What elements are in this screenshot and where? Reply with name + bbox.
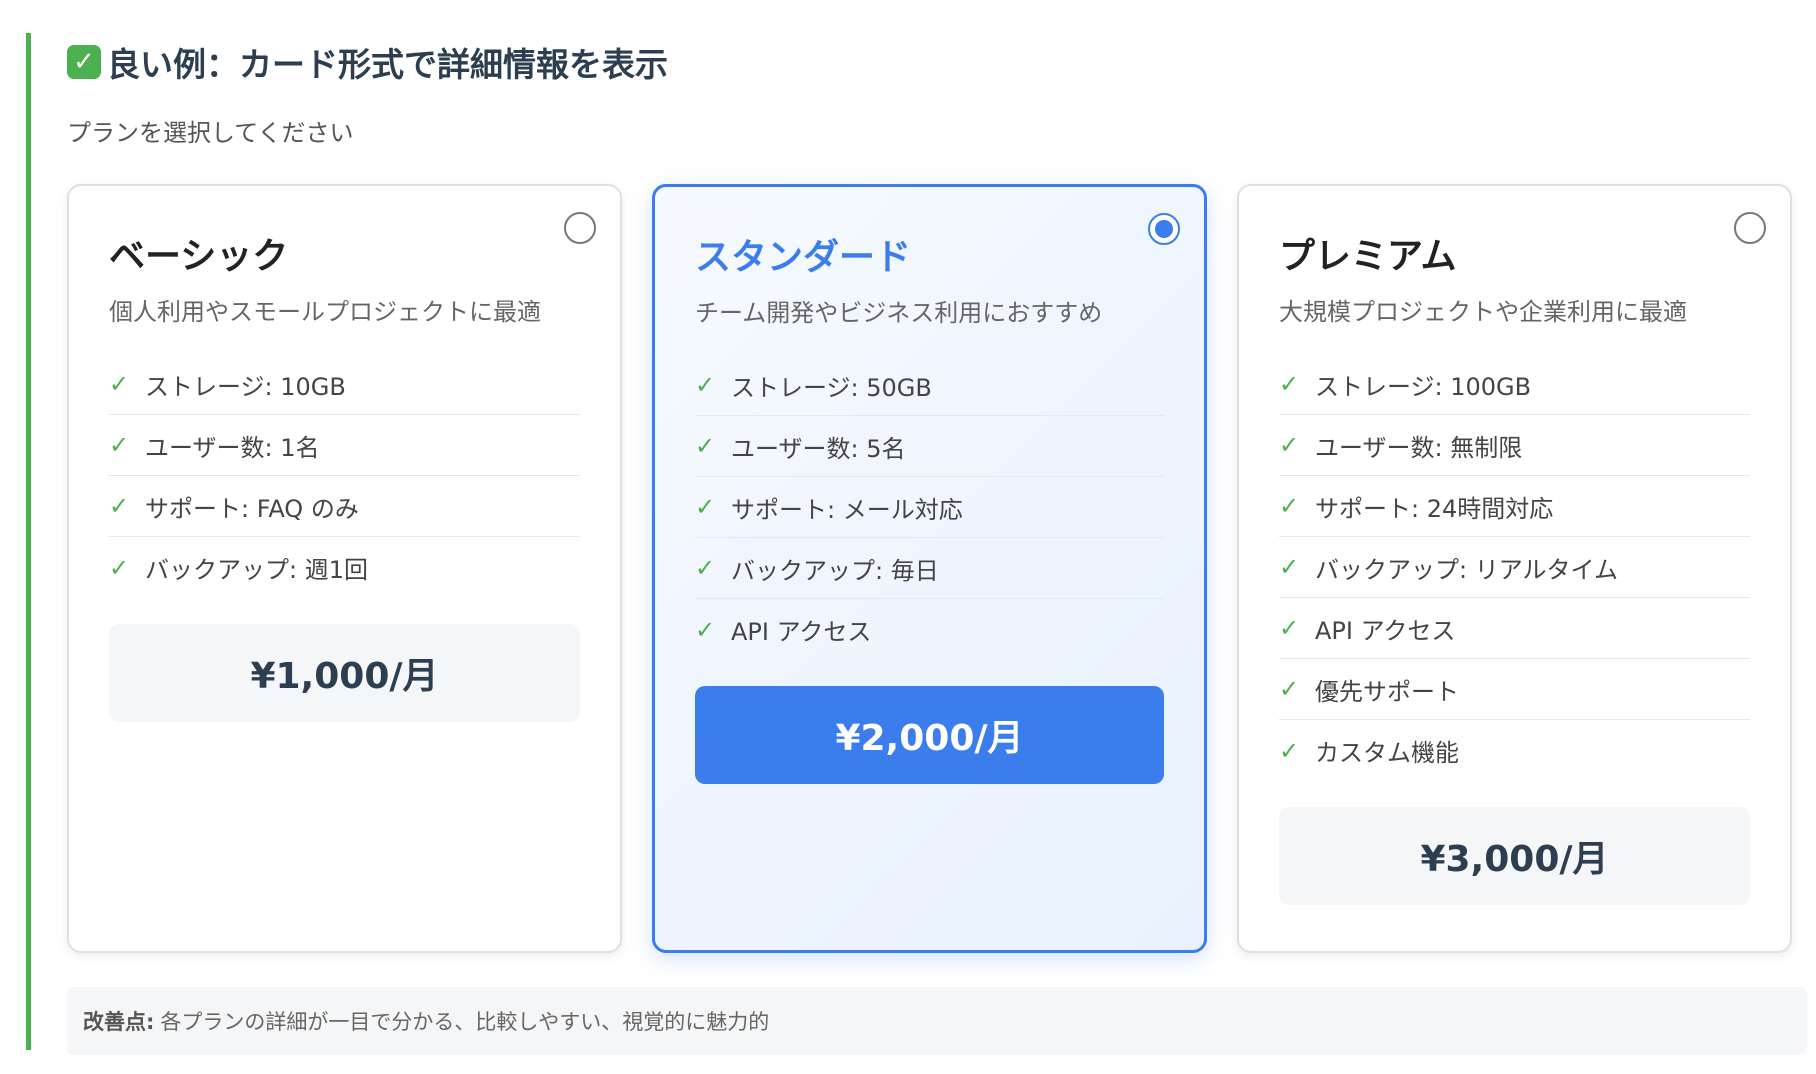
feature-list: ✓ ストレージ: 10GB ✓ ユーザー数: 1名 ✓ サポート: FAQ のみ ✓ バ…: [109, 354, 580, 598]
feature-list: ✓ ストレージ: 100GB ✓ ユーザー数: 無制限 ✓ サポート: 24時間対応 …: [1279, 354, 1750, 781]
plan-price: ¥2,000/月: [695, 686, 1164, 784]
plan-card-standard[interactable]: スタンダード チーム開発やビジネス利用におすすめ ✓ ストレージ: 50GB ✓ ユ…: [652, 184, 1207, 953]
check-icon: ✓: [109, 431, 130, 459]
feature-text: バックアップ: 毎日: [731, 556, 939, 585]
feature-item: ✓ ストレージ: 100GB: [1279, 354, 1750, 415]
plan-description: チーム開発やビジネス利用におすすめ: [695, 299, 1103, 327]
plan-select-prompt: プランを選択してください: [67, 119, 354, 147]
plan-description: 大規模プロジェクトや企業利用に最適: [1279, 298, 1687, 326]
feature-item: ✓ ユーザー数: 1名: [109, 415, 580, 476]
check-icon: ✓: [695, 615, 716, 644]
check-icon: ✓: [695, 493, 716, 521]
check-icon: ✓: [1279, 370, 1300, 398]
feature-item: ✓ ユーザー数: 5名: [695, 416, 1164, 477]
check-icon: ✓: [695, 554, 716, 582]
good-example-section: ✓ 良い例：カード形式で詳細情報を表示 プランを選択してください ベーシック 個…: [26, 33, 1807, 1055]
note-text: 各プランの詳細が一目で分かる、比較しやすい、視覚的に魅力的: [160, 1010, 770, 1034]
plan-card-premium[interactable]: プレミアム 大規模プロジェクトや企業利用に最適 ✓ ストレージ: 100GB ✓ ユ…: [1237, 184, 1792, 953]
feature-text: ユーザー数: 無制限: [1315, 433, 1523, 462]
check-icon: ✓: [1279, 431, 1300, 459]
check-icon: ✓: [1279, 614, 1300, 642]
feature-item: ✓ ストレージ: 10GB: [109, 354, 580, 415]
check-icon: ✓: [1279, 736, 1300, 765]
feature-item: ✓ 優先サポート: [1279, 659, 1750, 720]
plan-price: ¥1,000/月: [109, 624, 580, 722]
feature-text: ストレージ: 100GB: [1315, 372, 1532, 401]
feature-item: ✓ バックアップ: リアルタイム: [1279, 537, 1750, 598]
plan-radio-basic[interactable]: [564, 212, 596, 244]
check-icon: ✓: [1279, 675, 1300, 703]
feature-item: ✓ サポート: 24時間対応: [1279, 476, 1750, 537]
feature-text: サポート: メール対応: [731, 495, 963, 524]
feature-text: 優先サポート: [1315, 677, 1459, 706]
feature-item: ✓ ストレージ: 50GB: [695, 355, 1164, 416]
plan-name: スタンダード: [695, 237, 912, 278]
feature-item: ✓ API アクセス: [1279, 598, 1750, 659]
plan-card-basic[interactable]: ベーシック 個人利用やスモールプロジェクトに最適 ✓ ストレージ: 10GB ✓ ユ…: [67, 184, 622, 953]
check-icon: ✓: [109, 492, 130, 520]
check-icon: ✓: [1279, 492, 1300, 520]
feature-list: ✓ ストレージ: 50GB ✓ ユーザー数: 5名 ✓ サポート: メール対応 ✓ バッ…: [695, 355, 1164, 660]
plan-radio-premium[interactable]: [1734, 212, 1766, 244]
feature-item: ✓ ユーザー数: 無制限: [1279, 415, 1750, 476]
plan-description: 個人利用やスモールプロジェクトに最適: [109, 298, 541, 326]
feature-text: ストレージ: 50GB: [731, 373, 932, 402]
plan-radio-standard[interactable]: [1148, 213, 1180, 245]
feature-item: ✓ バックアップ: 週1回: [109, 537, 580, 598]
feature-text: カスタム機能: [1315, 739, 1459, 767]
feature-text: API アクセス: [1315, 616, 1456, 645]
plan-name: プレミアム: [1279, 236, 1457, 277]
check-icon: ✓: [109, 553, 130, 582]
check-mark-button-icon: ✓: [67, 45, 101, 79]
feature-text: ユーザー数: 5名: [731, 434, 906, 463]
check-icon: ✓: [109, 370, 130, 398]
feature-item: ✓ サポート: メール対応: [695, 477, 1164, 538]
feature-item: ✓ カスタム機能: [1279, 720, 1750, 781]
plan-price: ¥3,000/月: [1279, 807, 1750, 905]
feature-text: バックアップ: 週1回: [145, 556, 368, 584]
feature-text: バックアップ: リアルタイム: [1315, 555, 1618, 584]
check-icon: ✓: [695, 432, 716, 460]
feature-item: ✓ API アクセス: [695, 599, 1164, 660]
section-heading: ✓ 良い例：カード形式で詳細情報を表示: [67, 38, 668, 86]
feature-item: ✓ バックアップ: 毎日: [695, 538, 1164, 599]
check-icon: ✓: [1279, 553, 1300, 581]
feature-text: ユーザー数: 1名: [145, 433, 320, 462]
feature-text: サポート: 24時間対応: [1315, 494, 1554, 523]
note-label: 改善点:: [83, 1010, 155, 1034]
feature-text: API アクセス: [731, 618, 872, 646]
feature-item: ✓ サポート: FAQ のみ: [109, 476, 580, 537]
section-heading-text: 良い例：カード形式で詳細情報を表示: [107, 45, 668, 84]
improvement-note: 改善点: 各プランの詳細が一目で分かる、比較しやすい、視覚的に魅力的: [67, 987, 1807, 1055]
plan-name: ベーシック: [109, 236, 289, 277]
feature-text: サポート: FAQ のみ: [145, 494, 359, 523]
feature-text: ストレージ: 10GB: [145, 372, 346, 401]
check-icon: ✓: [695, 371, 716, 399]
